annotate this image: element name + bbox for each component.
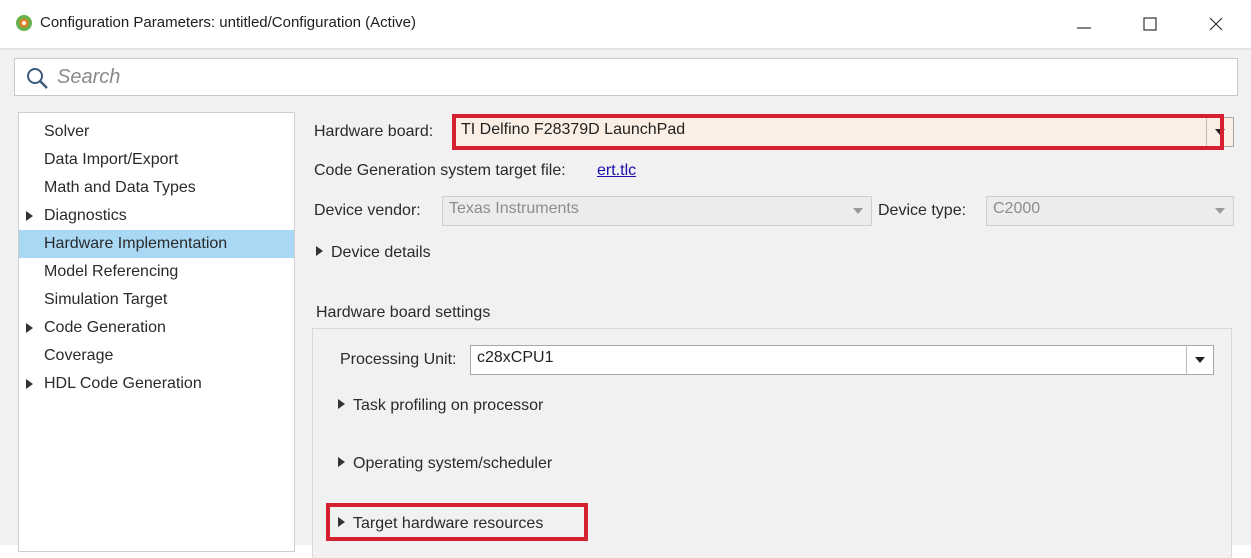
- processing-unit-value: c28xCPU1: [477, 349, 554, 366]
- minimize-button[interactable]: [1064, 10, 1104, 38]
- sidebar-item-label: Data Import/Export: [44, 151, 179, 168]
- highlight-box-target-hardware-resources: [326, 503, 588, 541]
- sidebar-item-coverage[interactable]: Coverage: [19, 342, 294, 370]
- search-input[interactable]: Search: [14, 58, 1238, 96]
- processing-unit-select[interactable]: c28xCPU1: [470, 345, 1214, 375]
- device-details-expander[interactable]: Device details: [316, 244, 431, 262]
- sidebar-item-hardware-implementation[interactable]: Hardware Implementation: [19, 230, 294, 258]
- hardware-implementation-pane: Hardware board: TI Delfino F28379D Launc…: [296, 112, 1242, 558]
- task-profiling-expander[interactable]: Task profiling on processor: [338, 397, 543, 415]
- expand-arrow-icon[interactable]: [26, 379, 33, 389]
- search-icon: [27, 68, 48, 89]
- expand-arrow-icon[interactable]: [26, 211, 33, 221]
- highlight-box-hardware-board: [452, 114, 1224, 150]
- maximize-icon: [1143, 17, 1157, 31]
- task-profiling-label: Task profiling on processor: [353, 397, 544, 414]
- chevron-down-icon[interactable]: [1186, 346, 1213, 374]
- operating-system-label: Operating system/scheduler: [353, 455, 553, 472]
- expand-arrow-icon: [338, 399, 345, 409]
- sidebar-item-label: HDL Code Generation: [44, 375, 202, 392]
- title-bar: Configuration Parameters: untitled/Confi…: [0, 0, 1251, 48]
- category-tree: Solver Data Import/Export Math and Data …: [18, 112, 295, 552]
- hardware-board-label: Hardware board:: [314, 123, 434, 140]
- expand-arrow-icon[interactable]: [26, 323, 33, 333]
- minimize-icon: [1077, 27, 1091, 29]
- sidebar-item-data-import-export[interactable]: Data Import/Export: [19, 146, 294, 174]
- sidebar-item-label: Hardware Implementation: [44, 235, 228, 252]
- target-file-link[interactable]: ert.tlc: [597, 162, 636, 180]
- device-vendor-value: Texas Instruments: [449, 200, 579, 217]
- chevron-down-icon: [845, 197, 871, 225]
- device-type-select: C2000: [986, 196, 1234, 226]
- window-title: Configuration Parameters: untitled/Confi…: [40, 14, 417, 31]
- operating-system-expander[interactable]: Operating system/scheduler: [338, 455, 552, 473]
- device-vendor-select: Texas Instruments: [442, 196, 872, 226]
- sidebar-item-hdl-code-generation[interactable]: HDL Code Generation: [19, 370, 294, 398]
- sidebar-item-label: Model Referencing: [44, 263, 179, 280]
- sidebar-item-code-generation[interactable]: Code Generation: [19, 314, 294, 342]
- sidebar-item-label: Coverage: [44, 347, 114, 364]
- matlab-gear-icon: [16, 15, 32, 31]
- chevron-down-icon: [1207, 197, 1233, 225]
- sidebar-item-simulation-target[interactable]: Simulation Target: [19, 286, 294, 314]
- expand-arrow-icon: [338, 457, 345, 467]
- processing-unit-label: Processing Unit:: [340, 351, 457, 368]
- sidebar-item-model-referencing[interactable]: Model Referencing: [19, 258, 294, 286]
- sidebar-item-label: Simulation Target: [44, 291, 168, 308]
- device-type-label: Device type:: [878, 202, 967, 219]
- sidebar-item-label: Code Generation: [44, 319, 166, 336]
- search-placeholder: Search: [57, 66, 121, 88]
- device-type-value: C2000: [993, 200, 1041, 217]
- sidebar-item-solver[interactable]: Solver: [19, 118, 294, 146]
- close-icon: [1209, 17, 1223, 31]
- target-file-label: Code Generation system target file:: [314, 162, 566, 179]
- sidebar-item-diagnostics[interactable]: Diagnostics: [19, 202, 294, 230]
- expand-arrow-icon: [316, 246, 323, 256]
- sidebar-item-label: Math and Data Types: [44, 179, 196, 196]
- sidebar-item-label: Solver: [44, 123, 90, 140]
- device-vendor-label: Device vendor:: [314, 202, 421, 219]
- device-details-label: Device details: [331, 244, 431, 261]
- sidebar-item-math-and-data-types[interactable]: Math and Data Types: [19, 174, 294, 202]
- sidebar-item-label: Diagnostics: [44, 207, 127, 224]
- maximize-button[interactable]: [1130, 10, 1170, 38]
- board-settings-title: Hardware board settings: [316, 304, 491, 321]
- close-button[interactable]: [1196, 10, 1236, 38]
